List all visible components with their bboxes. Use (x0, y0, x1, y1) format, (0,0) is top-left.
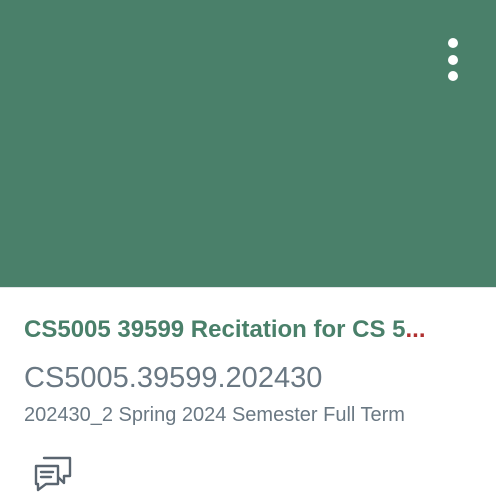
course-card[interactable]: CS5005 39599 Recitation for CS 5 ... CS5… (0, 0, 496, 496)
course-term: 202430_2 Spring 2024 Semester Full Term (24, 404, 405, 426)
course-card-options-button[interactable] (436, 34, 470, 84)
more-vertical-icon (448, 38, 458, 48)
course-code: CS5005.39599.202430 (24, 362, 323, 394)
course-title-link[interactable]: CS5005 39599 Recitation for CS 5 ... (24, 314, 472, 346)
course-title-ellipsis: ... (405, 316, 426, 343)
more-vertical-icon (448, 55, 458, 65)
discussions-button[interactable] (30, 452, 78, 494)
course-title: CS5005 39599 Recitation for CS 5 (24, 316, 406, 343)
card-divider (0, 287, 496, 288)
discussions-icon (34, 456, 72, 492)
more-vertical-icon (448, 71, 458, 81)
course-card-color-header[interactable] (0, 0, 496, 287)
